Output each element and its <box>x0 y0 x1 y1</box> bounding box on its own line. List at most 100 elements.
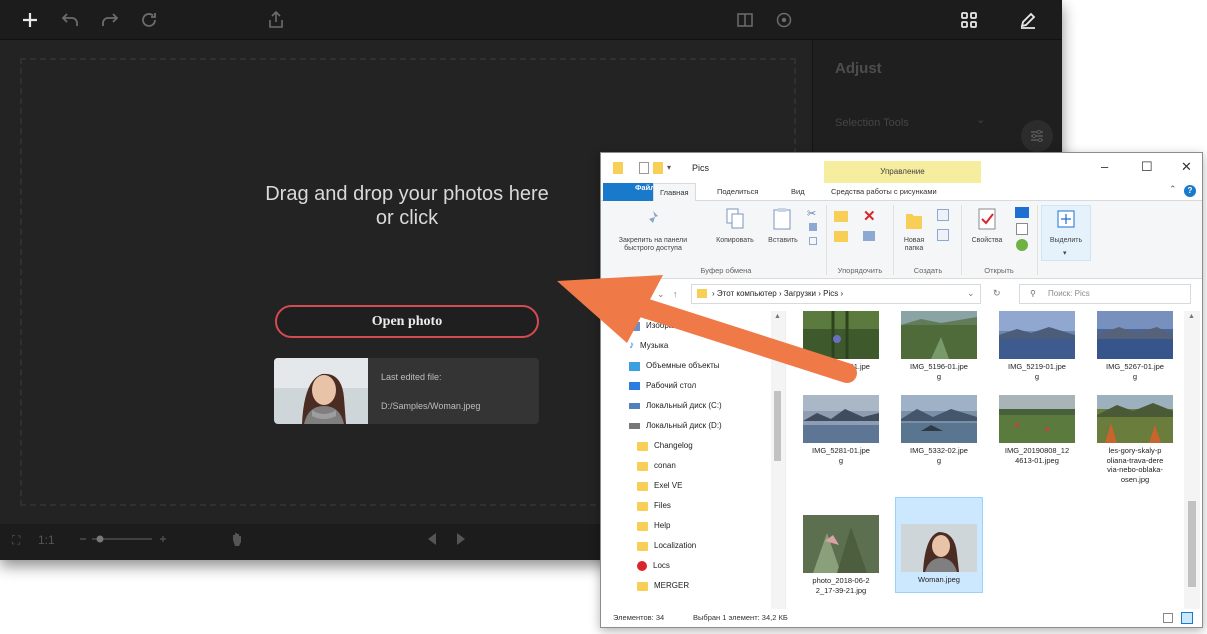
nav-item-drive-d[interactable]: Локальный диск (D:) <box>629 419 722 433</box>
rename-icon[interactable] <box>863 231 875 241</box>
copy-button[interactable]: Копировать <box>705 237 765 245</box>
nav-item-help[interactable]: Help <box>637 519 670 533</box>
large-icons-view-icon[interactable] <box>1181 612 1193 624</box>
nav-item-files[interactable]: Files <box>637 499 671 513</box>
zoom-fit-label[interactable]: 1:1 <box>38 533 55 547</box>
reset-icon[interactable] <box>137 8 161 32</box>
last-edited-card[interactable]: Last edited file: D:/Samples/Woman.jpeg <box>274 358 539 424</box>
dropdown-icon[interactable]: ▾ <box>667 162 677 174</box>
open-photo-button[interactable]: Open photo <box>275 305 539 338</box>
new-folder-button[interactable]: Новая папка <box>897 237 931 253</box>
file-item[interactable]: IMG_5281-01.jpe g <box>799 395 883 465</box>
scroll-up-icon[interactable]: ▲ <box>774 313 781 320</box>
pen-icon[interactable] <box>1016 8 1040 32</box>
file-item[interactable]: les-gory-skaly-p oliana-trava-dere via-n… <box>1093 395 1177 484</box>
close-button[interactable]: ✕ <box>1181 159 1192 175</box>
desktop-icon <box>629 382 640 390</box>
new-item-icon[interactable] <box>937 209 949 221</box>
sliders-icon[interactable] <box>1021 120 1053 152</box>
preview-icon[interactable] <box>772 8 796 32</box>
nav-item-locs[interactable]: Locs <box>637 559 670 573</box>
zoom-slider[interactable] <box>80 531 166 550</box>
nav-item-desktop[interactable]: Рабочий стол <box>629 379 696 393</box>
folder-icon <box>637 541 648 551</box>
nav-item-changelog[interactable]: Changelog <box>637 439 693 453</box>
chevron-down-icon[interactable]: ▾ <box>1063 249 1067 257</box>
address-dropdown-icon[interactable]: ⌄ <box>967 288 975 299</box>
selection-tools-dropdown[interactable]: Selection Tools <box>835 117 909 129</box>
easy-access-icon[interactable] <box>937 229 949 241</box>
scroll-up-icon[interactable]: ▲ <box>1188 313 1195 320</box>
compare-icon[interactable] <box>733 8 757 32</box>
file-list[interactable]: IMG_5184-01.jpe g IMG_5196-01.jpe g IMG_… <box>787 311 1202 609</box>
nav-item-exel-ve[interactable]: Exel VE <box>637 479 682 493</box>
share-icon[interactable] <box>264 8 288 32</box>
file-item[interactable]: IMG_5267-01.jpe g <box>1093 311 1177 381</box>
redo-icon[interactable] <box>98 8 122 32</box>
details-view-icon[interactable] <box>1163 613 1173 623</box>
undo-icon[interactable] <box>58 8 82 32</box>
nav-scrollbar[interactable]: ▲ <box>771 311 785 609</box>
file-item[interactable]: IMG_20190808_12 4613-01.jpeg <box>995 395 1079 465</box>
copy-path-icon[interactable] <box>809 223 817 231</box>
breadcrumb-computer[interactable]: Этот компьютер <box>717 289 777 298</box>
prev-icon[interactable] <box>426 532 438 549</box>
history-icon[interactable] <box>1016 239 1028 251</box>
file-item[interactable]: photo_2018-06-2 2_17-39-21.jpg <box>799 515 883 595</box>
tab-picture-tools[interactable]: Средства работы с рисунками <box>825 183 943 201</box>
copy-to-icon[interactable] <box>834 231 848 242</box>
pictures-icon <box>629 321 640 331</box>
nav-item-drive-c[interactable]: Локальный диск (C:) <box>629 399 722 413</box>
file-item[interactable]: IMG_5196-01.jpe g <box>897 311 981 381</box>
breadcrumb-pics[interactable]: Pics <box>823 289 838 298</box>
nav-scrollbar-thumb[interactable] <box>774 391 781 461</box>
fullscreen-icon[interactable]: ⛶ <box>12 533 20 548</box>
help-icon[interactable]: ? <box>1184 185 1196 197</box>
cut-icon[interactable]: ✂ <box>807 207 816 220</box>
pin-quick-access-button[interactable]: Закрепить на панели быстрого доступа <box>607 237 699 253</box>
nav-item-merger[interactable]: MERGER <box>637 579 689 593</box>
file-item[interactable]: IMG_5184-01.jpe g <box>799 311 883 381</box>
file-item-selected[interactable]: Woman.jpeg <box>895 497 983 593</box>
grid-icon[interactable] <box>957 8 981 32</box>
breadcrumb-downloads[interactable]: Загрузки <box>784 289 816 298</box>
tab-share[interactable]: Поделиться <box>711 183 764 201</box>
file-item[interactable]: IMG_5332-02.jpe g <box>897 395 981 465</box>
edit-icon[interactable] <box>1016 223 1028 235</box>
search-input[interactable]: ⚲ Поиск: Pics <box>1019 284 1191 304</box>
new-folder-icon[interactable] <box>653 162 663 174</box>
next-icon[interactable] <box>455 532 467 549</box>
delete-icon[interactable]: ✕ <box>863 207 876 225</box>
nav-item-3d-objects[interactable]: Объемные объекты <box>629 359 720 373</box>
plus-icon[interactable] <box>18 8 42 32</box>
chevron-down-icon[interactable]: ⌄ <box>976 113 985 126</box>
open-icon[interactable] <box>1015 207 1029 218</box>
maximize-button[interactable]: ☐ <box>1141 159 1153 175</box>
move-to-icon[interactable] <box>834 211 848 222</box>
back-icon[interactable]: ← <box>635 289 644 299</box>
drop-text-line2: or click <box>375 207 439 229</box>
nav-item-conan[interactable]: conan <box>637 459 676 473</box>
file-scrollbar-thumb[interactable] <box>1188 501 1196 587</box>
paste-button[interactable]: Вставить <box>762 237 804 245</box>
file-scrollbar[interactable]: ▲ <box>1184 311 1200 609</box>
hand-icon[interactable] <box>230 531 244 550</box>
nav-item-pictures[interactable]: Изображения <box>629 319 696 333</box>
recent-dropdown-icon[interactable]: ⌄ <box>657 289 665 300</box>
refresh-icon[interactable]: ↻ <box>993 288 1001 299</box>
file-name-line2: g <box>838 371 844 381</box>
properties-icon[interactable] <box>639 162 649 174</box>
music-icon: ♪ <box>629 340 634 351</box>
properties-button[interactable]: Свойства <box>965 237 1009 245</box>
address-bar[interactable]: › Этот компьютер › Загрузки › Pics › <box>691 284 981 304</box>
chevron-up-icon[interactable]: ⌃ <box>1169 184 1177 195</box>
folder-icon <box>637 561 647 571</box>
minimize-button[interactable]: – <box>1101 159 1108 174</box>
file-item[interactable]: IMG_5219-01.jpe g <box>995 311 1079 381</box>
tab-home[interactable]: Главная <box>653 183 696 201</box>
nav-item-music[interactable]: ♪ Музыка <box>629 339 668 353</box>
paste-shortcut-icon[interactable] <box>809 237 817 245</box>
up-icon[interactable]: ↑ <box>673 289 678 299</box>
tab-view[interactable]: Вид <box>785 183 811 201</box>
nav-item-localization[interactable]: Localization <box>637 539 696 553</box>
